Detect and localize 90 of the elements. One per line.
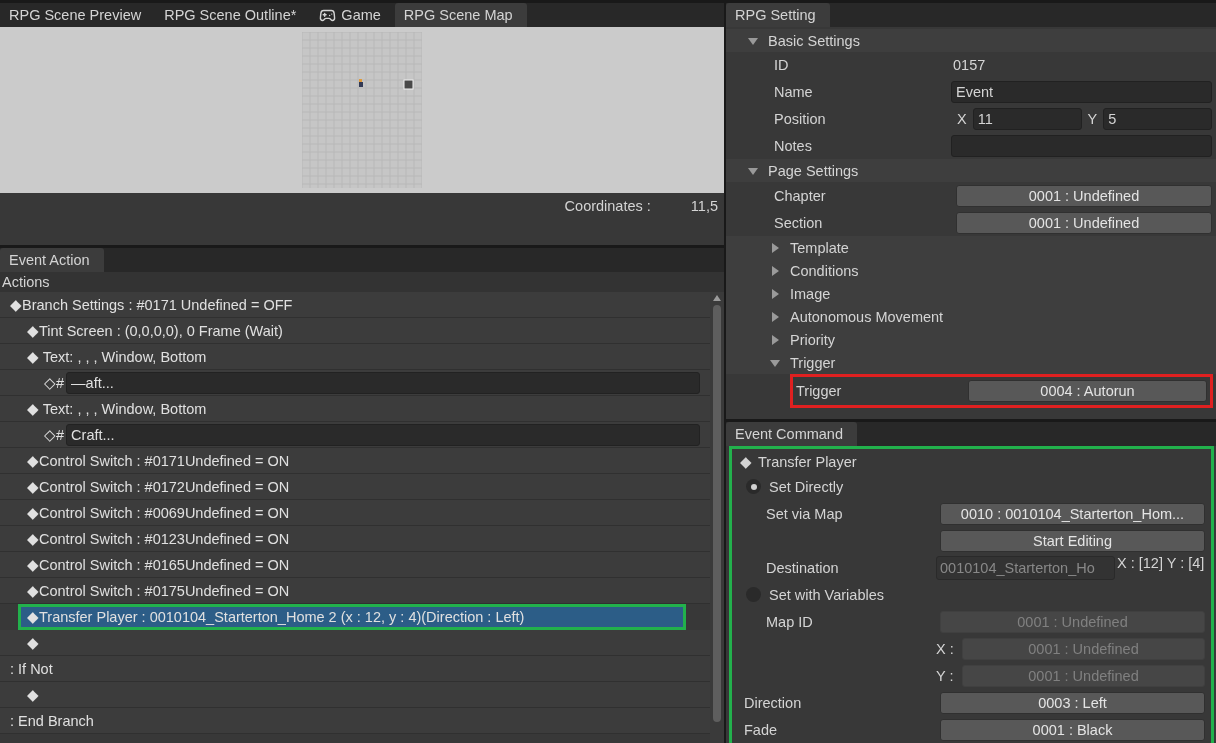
- axis-label: X :: [936, 640, 955, 657]
- panel-tab[interactable]: RPG Setting: [726, 3, 830, 27]
- group-title: Autonomous Movement: [790, 308, 944, 325]
- command-title: Transfer Player: [758, 454, 857, 470]
- input-field[interactable]: 11: [972, 107, 1082, 130]
- action-row[interactable]: ◆Tint Screen : (0,0,0,0), 0 Frame (Wait): [0, 318, 710, 344]
- panel-tab[interactable]: RPG Scene Outline*: [155, 3, 311, 27]
- panel-tab[interactable]: Event Command: [726, 422, 857, 446]
- property-label: Set via Map: [766, 505, 843, 522]
- panel-tab[interactable]: RPG Scene Map: [394, 3, 527, 27]
- panel-tab[interactable]: Game: [310, 3, 395, 27]
- group-header[interactable]: Priority: [726, 328, 1216, 351]
- panel-tab[interactable]: Event Action: [0, 248, 104, 272]
- action-row[interactable]: ◆Control Switch : #0172Undefined = ON: [0, 474, 710, 500]
- row-marker: ◇#: [44, 374, 65, 391]
- action-row[interactable]: ◆Control Switch : #0165Undefined = ON: [0, 552, 710, 578]
- section-header[interactable]: Page Settings: [726, 159, 1216, 182]
- group-title: Priority: [790, 331, 836, 348]
- input-field[interactable]: Event: [951, 80, 1212, 103]
- action-row[interactable]: ◆Control Switch : #0069Undefined = ON: [0, 500, 710, 526]
- group-header[interactable]: Trigger: [726, 351, 1216, 374]
- property-value: 0157: [952, 57, 986, 73]
- input-field[interactable]: 5: [1103, 107, 1212, 130]
- axis-label: Y: [1087, 110, 1098, 127]
- group-title: Template: [790, 239, 849, 256]
- action-row[interactable]: ◆ Text: , , , Window, Bottom: [0, 396, 710, 422]
- panel-tab[interactable]: RPG Scene Preview: [0, 3, 156, 27]
- action-row[interactable]: ◆: [0, 682, 710, 708]
- action-row[interactable]: ◇# —aft...: [0, 370, 710, 396]
- property-label: Notes: [774, 137, 813, 154]
- group-header[interactable]: Template: [726, 236, 1216, 259]
- action-row[interactable]: ◆ Text: , , , Window, Bottom: [0, 344, 710, 370]
- axis-label: Y :: [936, 667, 955, 684]
- action-row[interactable]: ◆Control Switch : #0175Undefined = ON: [0, 578, 710, 604]
- group-header[interactable]: Autonomous Movement: [726, 305, 1216, 328]
- property-label: Direction: [744, 694, 802, 711]
- section-title: Page Settings: [768, 162, 859, 179]
- action-row[interactable]: ◆Control Switch : #0123Undefined = ON: [0, 526, 710, 552]
- group-title: Conditions: [790, 262, 859, 279]
- property-label: Destination: [766, 559, 840, 576]
- action-row[interactable]: ◆: [0, 630, 710, 656]
- dropdown-button[interactable]: 0010 : 0010104_Starterton_Hom...: [940, 502, 1205, 525]
- text-field[interactable]: —aft...: [66, 371, 700, 394]
- dropdown-button[interactable]: Start Editing: [940, 529, 1205, 552]
- section-title: Basic Settings: [768, 32, 860, 49]
- radio-button[interactable]: [746, 479, 761, 494]
- action-row[interactable]: : If Not: [0, 656, 710, 682]
- property-label: Position: [774, 110, 827, 127]
- property-label: Section: [774, 214, 824, 231]
- action-row[interactable]: ◆Control Switch : #0171Undefined = ON: [0, 448, 710, 474]
- group-title: Trigger: [790, 354, 836, 371]
- property-label: Trigger: [796, 383, 843, 399]
- collapse-arrow-icon[interactable]: [748, 165, 758, 176]
- axis-label: X: [957, 110, 967, 127]
- text-field[interactable]: Craft...: [66, 423, 700, 446]
- property-label: Map ID: [766, 613, 813, 630]
- list-header: Actions: [0, 272, 724, 292]
- scrollbar-thumb[interactable]: [713, 305, 721, 722]
- property-label: Fade: [744, 721, 778, 738]
- expand-arrow-icon[interactable]: [770, 242, 780, 253]
- action-row[interactable]: ◆Transfer Player : 0010104_Starterton_Home 2 (x : 12, y : 4)(Direction : Left): [18, 604, 686, 630]
- coordinates-value: 11,5: [690, 198, 718, 214]
- expand-arrow-icon[interactable]: [770, 311, 780, 322]
- expand-arrow-icon[interactable]: [770, 288, 780, 299]
- action-row[interactable]: ◆Branch Settings : #0171 Undefined = OFF: [0, 292, 710, 318]
- group-title: Image: [790, 285, 831, 302]
- group-header[interactable]: Conditions: [726, 259, 1216, 282]
- property-label: Chapter: [774, 187, 827, 204]
- scroll-up-icon[interactable]: [713, 295, 721, 301]
- action-row[interactable]: : End Branch: [0, 708, 710, 734]
- collapse-arrow-icon[interactable]: [748, 35, 758, 46]
- expand-arrow-icon[interactable]: [770, 265, 780, 276]
- dropdown-button[interactable]: 0004 : Autorun: [968, 380, 1207, 402]
- dropdown-button[interactable]: 0001 : Undefined: [956, 184, 1212, 207]
- command-marker: ◆: [740, 454, 752, 470]
- collapse-arrow-icon[interactable]: [770, 357, 780, 368]
- radio-label: Set with Variables: [769, 586, 884, 603]
- section-header[interactable]: Basic Settings: [726, 29, 1216, 52]
- radio-label: Set Directly: [769, 478, 844, 495]
- group-header[interactable]: Image: [726, 282, 1216, 305]
- dropdown-button[interactable]: 0003 : Left: [940, 691, 1205, 714]
- property-label: ID: [774, 57, 790, 73]
- dropdown-button[interactable]: 0001 : Black: [940, 718, 1205, 741]
- expand-arrow-icon[interactable]: [770, 334, 780, 345]
- property-label: Name: [774, 83, 814, 100]
- dropdown-button[interactable]: 0001 : Undefined: [956, 211, 1212, 234]
- coordinates-label: Coordinates :: [564, 198, 651, 214]
- action-row[interactable]: ◇# Craft...: [0, 422, 710, 448]
- row-marker: ◇#: [44, 426, 65, 443]
- coordinates-text: X : [12] Y : [4]: [1117, 555, 1205, 571]
